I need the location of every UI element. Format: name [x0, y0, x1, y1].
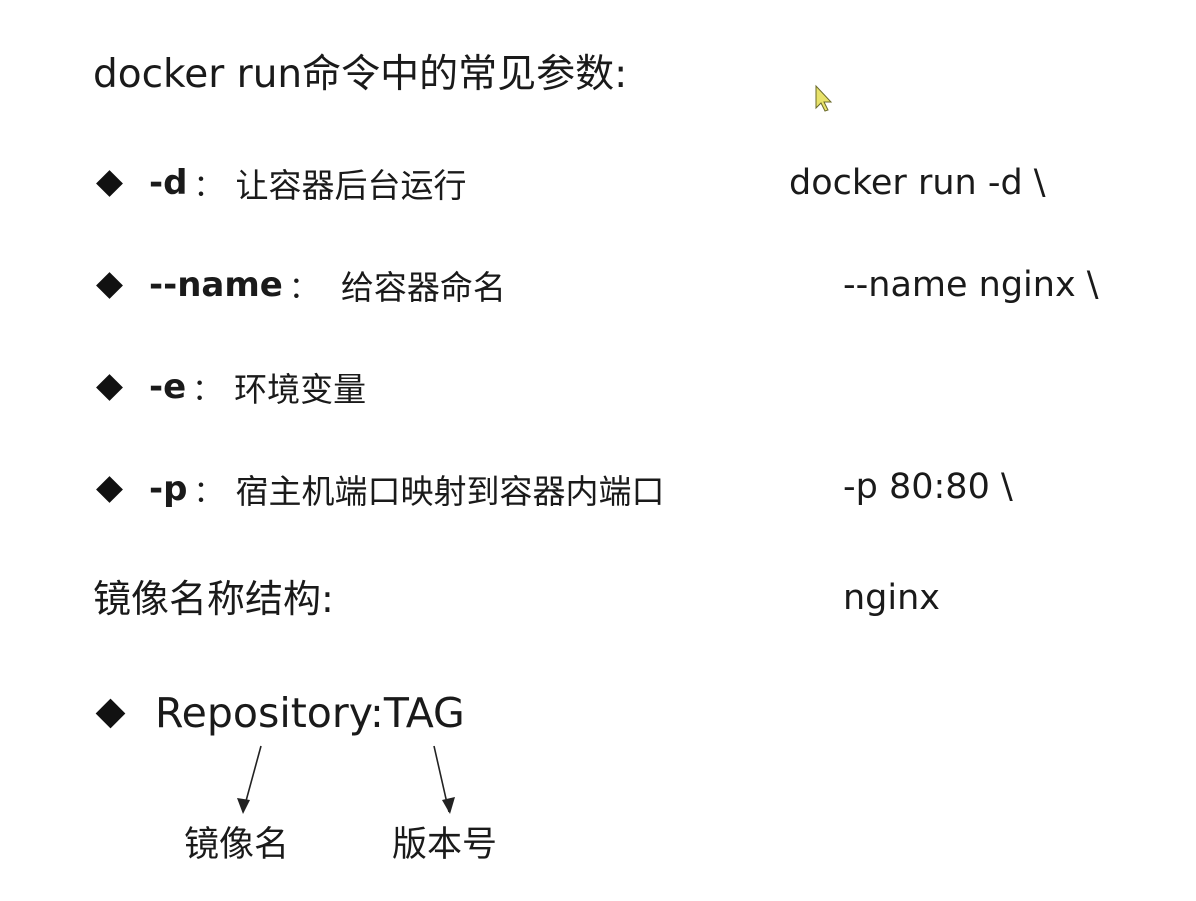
- annotation-layer: [237, 84, 833, 814]
- down-arrow-icon: [433, 745, 455, 814]
- mouse-cursor-icon: [815, 84, 833, 112]
- down-arrow-icon: [237, 745, 262, 814]
